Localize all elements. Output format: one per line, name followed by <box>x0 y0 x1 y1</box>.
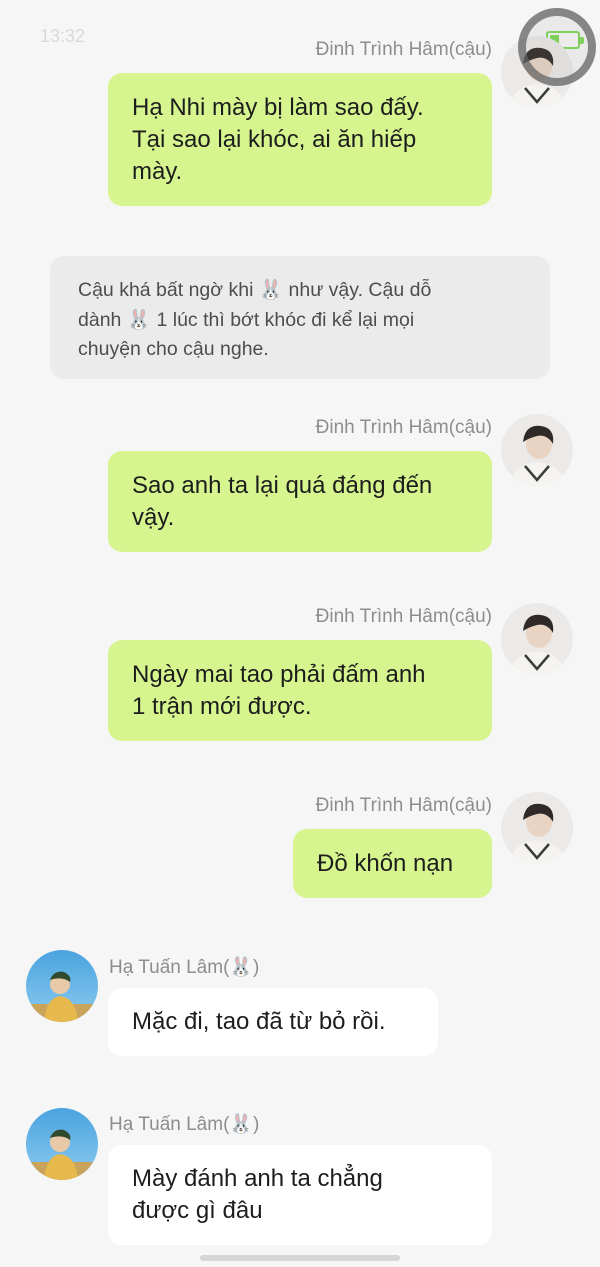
avatar[interactable] <box>26 1108 98 1180</box>
message-bubble[interactable]: Ngày mai tao phải đấm anh 1 trận mới đượ… <box>108 640 492 741</box>
home-indicator[interactable] <box>200 1255 400 1261</box>
avatar[interactable] <box>501 792 573 864</box>
message-bubble[interactable]: Đồ khốn nạn <box>293 829 492 898</box>
avatar[interactable] <box>26 950 98 1022</box>
sender-name: Hạ Tuấn Lâm(🐰) <box>109 957 260 978</box>
avatar[interactable] <box>501 414 573 486</box>
message-bubble[interactable]: Mày đánh anh ta chẳng được gì đâu <box>108 1145 492 1245</box>
assistive-touch-button[interactable] <box>518 8 596 86</box>
user-photo-icon <box>501 792 573 864</box>
message-bubble[interactable]: Hạ Nhi mày bị làm sao đấy. Tại sao lại k… <box>108 73 492 206</box>
narration-box: Cậu khá bất ngờ khi 🐰 như vậy. Cậu dỗ dà… <box>50 256 550 379</box>
user-photo-icon <box>26 950 98 1022</box>
avatar[interactable] <box>501 603 573 675</box>
sender-name: Hạ Tuấn Lâm(🐰) <box>109 1114 260 1135</box>
user-photo-icon <box>501 603 573 675</box>
status-time: 13:32 <box>40 26 86 46</box>
sender-name: Đinh Trình Hâm(cậu) <box>315 417 492 438</box>
user-photo-icon <box>26 1108 98 1180</box>
message-bubble[interactable]: Mặc đi, tao đã từ bỏ rồi. <box>108 988 438 1056</box>
sender-name: Đinh Trình Hâm(cậu) <box>315 39 492 60</box>
sender-name: Đinh Trình Hâm(cậu) <box>315 606 492 627</box>
message-bubble[interactable]: Sao anh ta lại quá đáng đến vậy. <box>108 451 492 552</box>
sender-name: Đinh Trình Hâm(cậu) <box>315 795 492 816</box>
chat-screen: { "status_bar": { "time": "13:32" }, "me… <box>0 0 600 1267</box>
user-photo-icon <box>501 414 573 486</box>
